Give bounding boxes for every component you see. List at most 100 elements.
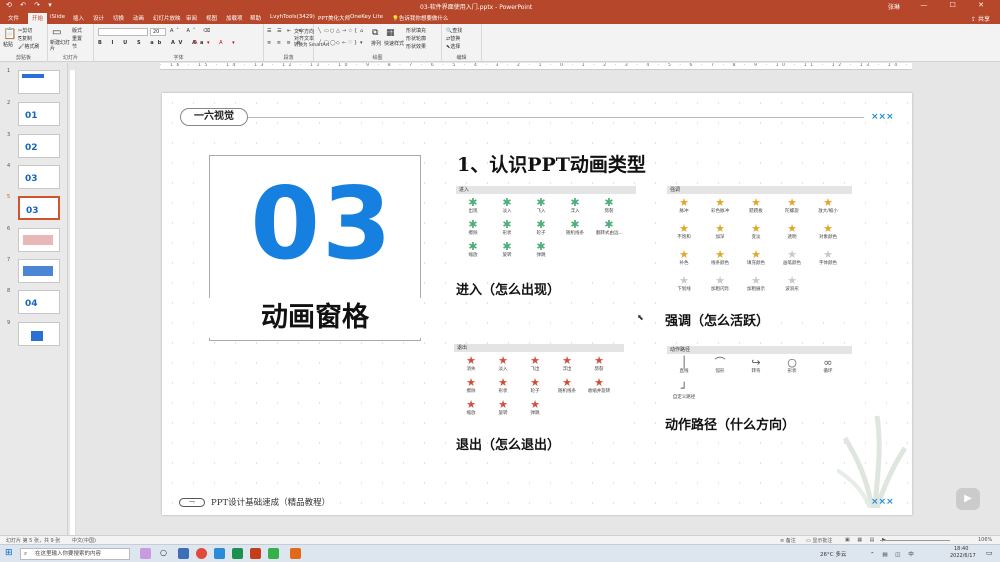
paste-icon[interactable]: 📋 — [3, 27, 17, 40]
font-family-select[interactable] — [98, 28, 148, 36]
exit-effect-item[interactable]: ★ 淡入 — [490, 355, 516, 373]
emphasis-effect-item[interactable]: ★ 加粗闪烁 — [707, 275, 733, 293]
emphasis-effect-item[interactable]: ★ 线条颜色 — [707, 249, 733, 267]
emphasis-effect-item[interactable]: ★ 放大/缩小 — [815, 197, 841, 215]
slide-thumbnail-4[interactable]: 03 — [18, 165, 60, 189]
tell-me-search[interactable]: 💡告诉我你想要做什么 — [392, 14, 448, 22]
align-text-button[interactable]: 对齐文本 — [294, 35, 314, 42]
tab-design[interactable]: 设计 — [93, 14, 104, 22]
tab-view[interactable]: 视图 — [206, 14, 217, 22]
app-icon-powerpoint[interactable] — [250, 548, 261, 559]
font-size-grow-shrink[interactable]: A˄ A˅ ⌫ — [170, 28, 213, 34]
arrange-button[interactable]: 排列 — [371, 40, 381, 47]
app-icon-chrome[interactable] — [196, 548, 207, 559]
cut-button[interactable]: ✂剪切 — [18, 27, 32, 34]
tab-insert[interactable]: 插入 — [73, 14, 84, 22]
exit-effect-item[interactable]: ★ 形状 — [490, 377, 516, 395]
slide-thumbnail-5[interactable]: 03 — [18, 196, 60, 220]
zoom-slider[interactable] — [880, 540, 950, 541]
app-icon-1[interactable] — [140, 548, 151, 559]
motion-effect-item[interactable]: ⌒ 弧形 — [707, 357, 733, 375]
tab-help[interactable]: 帮助 — [250, 14, 261, 22]
slide-canvas[interactable]: 一六视觉 ××× 03 动画窗格 1、认识PPT动画类型 进入 ✱ 出现 ✱ 淡入 ✱ 飞… — [162, 93, 912, 515]
replace-button[interactable]: ⇄替换 — [446, 35, 460, 42]
entrance-effect-item[interactable]: ✱ 轮子 — [528, 219, 554, 237]
tab-file[interactable]: 文件 — [8, 14, 19, 22]
windows-start-icon[interactable]: ⊞ — [5, 548, 13, 558]
task-view-icon[interactable]: ○ — [160, 548, 167, 557]
entrance-effect-item[interactable]: ✱ 形状 — [494, 219, 520, 237]
slide-thumbnail-8[interactable]: 04 — [18, 290, 60, 314]
entrance-effect-item[interactable]: ✱ 缩放 — [460, 241, 486, 259]
tab-review[interactable]: 审阅 — [186, 14, 197, 22]
select-button[interactable]: ⬉选择 — [446, 43, 460, 50]
weather-status[interactable]: 26°C 多云 — [820, 550, 846, 558]
user-name[interactable]: 张琳 — [888, 2, 900, 11]
tab-animations[interactable]: 动画 — [133, 14, 144, 22]
video-play-button[interactable]: ▶ — [956, 488, 980, 510]
notification-icon[interactable]: ▭ — [986, 549, 993, 557]
section-button[interactable]: 节 — [72, 43, 77, 50]
emphasis-effect-item[interactable]: ★ 不饱和 — [671, 223, 697, 241]
motion-effect-item[interactable]: │ 直线 — [671, 357, 697, 375]
slide-thumbnail-2[interactable]: 01 — [18, 102, 60, 126]
emphasis-effect-item[interactable]: ★ 画笔颜色 — [779, 249, 805, 267]
app-icon-orange[interactable] — [290, 548, 301, 559]
entrance-effect-item[interactable]: ✱ 出现 — [460, 197, 486, 215]
horizontal-ruler[interactable]: · 16 · 15 · 14 · 13 · 12 · 11 · 10 · 9 ·… — [160, 63, 912, 70]
tab-slideshow[interactable]: 幻灯片放映 — [153, 14, 181, 22]
notes-button[interactable]: ≡ 备注 — [780, 537, 796, 544]
exit-effect-item[interactable]: ★ 擦除 — [458, 377, 484, 395]
exit-effect-item[interactable]: ★ 缩放 — [458, 399, 484, 417]
entrance-effect-item[interactable]: ✱ 浮入 — [562, 197, 588, 215]
reset-button[interactable]: 重置 — [72, 35, 82, 42]
emphasis-effect-item[interactable]: ★ 透明 — [779, 223, 805, 241]
exit-effect-item[interactable]: ★ 飞出 — [522, 355, 548, 373]
emphasis-effect-item[interactable]: ★ 对象颜色 — [815, 223, 841, 241]
motion-effect-item[interactable]: ↪ 转弯 — [743, 357, 769, 375]
tab-ppt-master[interactable]: PPT美化大师 — [318, 14, 350, 22]
slide-thumbnail-7[interactable] — [18, 259, 60, 283]
font-size-select[interactable]: 20 — [150, 28, 166, 36]
slide-thumbnail-6[interactable] — [18, 228, 60, 252]
entrance-effect-item[interactable]: ✱ 飞入 — [528, 197, 554, 215]
exit-effect-item[interactable]: ★ 随机线条 — [554, 377, 580, 395]
zoom-level[interactable]: 106% — [978, 537, 992, 543]
callout-icon[interactable]: ⌂ — [360, 28, 366, 40]
emphasis-effect-item[interactable]: ★ 陀螺旋 — [779, 197, 805, 215]
emphasis-effect-item[interactable]: ★ 字体颜色 — [815, 249, 841, 267]
emphasis-effect-item[interactable]: ★ 加粗展示 — [743, 275, 769, 293]
emphasis-effect-item[interactable]: ★ 下划线 — [671, 275, 697, 293]
exit-effect-item[interactable]: ★ 浮出 — [554, 355, 580, 373]
vertical-ruler[interactable] — [70, 70, 76, 540]
find-button[interactable]: 🔍查找 — [446, 27, 462, 34]
entrance-effect-item[interactable]: ✱ 擦除 — [460, 219, 486, 237]
exit-effect-item[interactable]: ★ 轮子 — [522, 377, 548, 395]
emphasis-effect-item[interactable]: ★ 跷跷板 — [743, 197, 769, 215]
font-color-buttons[interactable]: A ▾ A ▾ — [194, 40, 239, 46]
quick-access-toolbar[interactable]: ⟲ ↶ ↷ ▾ — [6, 1, 55, 9]
emphasis-effect-item[interactable]: ★ 波浪形 — [779, 275, 805, 293]
more-icon[interactable]: ▾ — [360, 40, 366, 52]
emphasis-effect-item[interactable]: ★ 加深 — [707, 223, 733, 241]
slide-thumbnail-9[interactable] — [18, 322, 60, 346]
format-painter-button[interactable]: 🖌格式刷 — [18, 43, 39, 50]
emphasis-effect-item[interactable]: ★ 脉冲 — [671, 197, 697, 215]
emphasis-effect-item[interactable]: ★ 变淡 — [743, 223, 769, 241]
quick-styles-button[interactable]: 快速样式 — [384, 40, 404, 47]
shapes-gallery[interactable]: ╲ ▭ ○ △ → ☆{⌂ ╱ □ ◯ ◇ ← ♡} ▾ — [318, 28, 366, 52]
font-style-buttons[interactable]: B I U S ab AV Aa — [98, 40, 207, 46]
exit-effect-item[interactable]: ★ 旋转 — [490, 399, 516, 417]
clock-time[interactable]: 18:40 — [954, 546, 968, 552]
motion-effect-item[interactable]: ┘ 自定义路径 — [671, 383, 697, 401]
slide-thumbnail-3[interactable]: 02 — [18, 134, 60, 158]
slide-thumbnail-1[interactable] — [18, 70, 60, 94]
shape-outline-button[interactable]: 形状轮廓 — [406, 35, 426, 42]
app-icon-edge[interactable] — [214, 548, 225, 559]
text-direction-button[interactable]: 文字方向 — [294, 28, 314, 35]
language-status[interactable]: 中文(中国) — [72, 537, 96, 544]
entrance-effect-item[interactable]: ✱ 劈裂 — [596, 197, 622, 215]
new-slide-button[interactable]: 新建幻灯片 — [50, 40, 72, 52]
arrange-icon[interactable]: ⧉ — [372, 28, 378, 38]
new-slide-icon[interactable]: ▭ — [52, 27, 61, 38]
